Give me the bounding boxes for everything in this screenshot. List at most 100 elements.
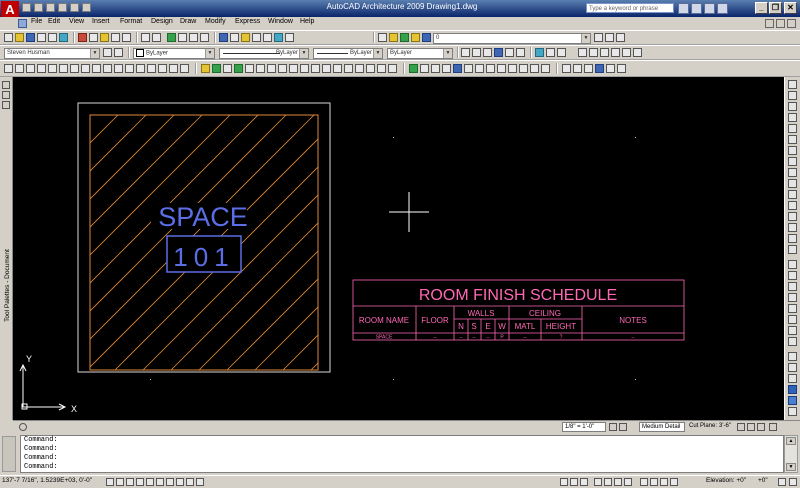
undo-arrow-icon[interactable] <box>141 33 150 42</box>
right-tool-polygon-icon[interactable] <box>788 315 797 324</box>
command-prompt-input[interactable]: Command: <box>24 463 58 471</box>
object-snap-tracking-icon[interactable] <box>156 478 164 486</box>
make-current-layer-icon[interactable] <box>594 33 603 42</box>
close-button[interactable]: ✕ <box>784 2 797 14</box>
clean-screen-status-icon[interactable] <box>789 478 797 486</box>
copy-object-icon[interactable] <box>212 64 221 73</box>
menu-file[interactable]: File <box>31 18 42 25</box>
elevation-readout[interactable]: Elevation: +0" <box>706 477 746 484</box>
open-folder-icon[interactable] <box>15 33 24 42</box>
right-tool-rotate-icon[interactable] <box>788 146 797 155</box>
menu-design[interactable]: Design <box>151 18 173 25</box>
right-tool-explode-icon[interactable] <box>788 245 797 254</box>
spline-icon[interactable] <box>92 64 101 73</box>
drawing-manager-icon[interactable] <box>757 423 765 431</box>
right-tool-stretch-icon[interactable] <box>788 168 797 177</box>
lineweight-dropdown[interactable]: ByLayer ▼ <box>313 48 383 59</box>
menu-format[interactable]: Format <box>120 18 142 25</box>
construction-line-icon[interactable] <box>15 64 24 73</box>
hatch-icon[interactable] <box>158 64 167 73</box>
nw-isometric-icon[interactable] <box>530 64 539 73</box>
circle-icon[interactable] <box>70 64 79 73</box>
model-tab-icon[interactable] <box>19 423 27 431</box>
help-icon[interactable] <box>717 3 728 14</box>
right-tool-array-icon[interactable] <box>788 124 797 133</box>
arc-icon[interactable] <box>59 64 68 73</box>
right-view-icon[interactable] <box>486 64 495 73</box>
menu-help[interactable]: Help <box>300 18 314 25</box>
scale-list-icon[interactable] <box>609 423 617 431</box>
pan-status-icon[interactable] <box>594 478 602 486</box>
quick-properties-icon[interactable] <box>196 478 204 486</box>
doc-minimize-button[interactable] <box>765 19 774 28</box>
quick-view-layouts-icon[interactable] <box>580 478 588 486</box>
print-icon[interactable] <box>58 3 67 12</box>
menu-insert[interactable]: Insert <box>92 18 110 25</box>
right-tool-fillet-icon[interactable] <box>788 234 797 243</box>
communication-center-icon[interactable] <box>691 3 702 14</box>
right-tool-spline-icon[interactable] <box>788 326 797 335</box>
rectangle-icon[interactable] <box>48 64 57 73</box>
line-icon[interactable] <box>4 64 13 73</box>
viewport-clip-icon[interactable] <box>622 48 631 57</box>
right-tool-arc-icon[interactable] <box>788 293 797 302</box>
menu-view[interactable]: View <box>69 18 84 25</box>
menu-edit[interactable]: Edit <box>48 18 60 25</box>
move-icon[interactable] <box>256 64 265 73</box>
right-tool-mirror-icon[interactable] <box>788 102 797 111</box>
right-tool-join-icon[interactable] <box>788 212 797 221</box>
polar-tracking-icon[interactable] <box>136 478 144 486</box>
isolate-status-icon[interactable] <box>660 478 668 486</box>
command-window-grip[interactable] <box>2 436 16 472</box>
right-tool-polyline-icon[interactable] <box>788 271 797 280</box>
scale-icon[interactable] <box>278 64 287 73</box>
toolbar-lock-icon[interactable] <box>650 478 658 486</box>
workspace-dropdown[interactable]: Steven Husman ▼ <box>4 48 100 59</box>
right-tool-circle-icon[interactable] <box>788 282 797 291</box>
right-tool-move-icon[interactable] <box>788 135 797 144</box>
quickcalc-icon[interactable] <box>274 33 283 42</box>
dynamic-input-icon[interactable] <box>176 478 184 486</box>
right-tool-scale-icon[interactable] <box>788 157 797 166</box>
plotstyle-dropdown[interactable]: ByLayer ▼ <box>387 48 453 59</box>
annotation-scale-icon[interactable] <box>505 48 514 57</box>
hide-objects-icon[interactable] <box>546 48 555 57</box>
clean-screen-icon[interactable] <box>769 423 777 431</box>
2d-wireframe-icon[interactable] <box>562 64 571 73</box>
join-icon[interactable] <box>333 64 342 73</box>
publish-icon[interactable] <box>59 33 68 42</box>
multileader-style-icon[interactable] <box>494 48 503 57</box>
paste-icon[interactable] <box>100 33 109 42</box>
orbit-icon[interactable] <box>431 64 440 73</box>
explode-icon[interactable] <box>366 64 375 73</box>
rotate-icon[interactable] <box>267 64 276 73</box>
right-tool-chamfer-icon[interactable] <box>788 223 797 232</box>
trim-icon[interactable] <box>300 64 309 73</box>
layer-dropdown[interactable]: 0 ▼ <box>433 33 591 44</box>
undo-icon[interactable] <box>70 3 79 12</box>
pan-hand-icon[interactable] <box>409 64 418 73</box>
camera-icon[interactable] <box>541 64 550 73</box>
offset-icon[interactable] <box>234 64 243 73</box>
right-tool-trim-icon[interactable] <box>788 179 797 188</box>
realistic-icon[interactable] <box>595 64 604 73</box>
erase-pencil-icon[interactable] <box>201 64 210 73</box>
right-tool-ellipse-icon[interactable] <box>788 337 797 346</box>
layout-icon[interactable] <box>570 478 578 486</box>
left-view-icon[interactable] <box>475 64 484 73</box>
ortho-mode-icon[interactable] <box>126 478 134 486</box>
drawing-canvas[interactable]: SPACE 101 ROOM FINISH SCHEDULE ROOM NAME… <box>13 77 784 420</box>
array-icon[interactable] <box>245 64 254 73</box>
menu-window[interactable]: Window <box>268 18 293 25</box>
grid-display-icon[interactable] <box>116 478 124 486</box>
surface-status-icon[interactable] <box>670 478 678 486</box>
3d-wireframe-icon[interactable] <box>573 64 582 73</box>
block-editor-icon[interactable] <box>122 33 131 42</box>
ucs-icon[interactable] <box>19 363 67 411</box>
polygon-icon[interactable] <box>37 64 46 73</box>
restore-button[interactable]: ❐ <box>769 2 782 14</box>
zoom-previous-icon[interactable] <box>200 33 209 42</box>
zoom-icon[interactable] <box>420 64 429 73</box>
layer-previous-icon[interactable] <box>605 33 614 42</box>
redo-arrow-icon[interactable] <box>152 33 161 42</box>
